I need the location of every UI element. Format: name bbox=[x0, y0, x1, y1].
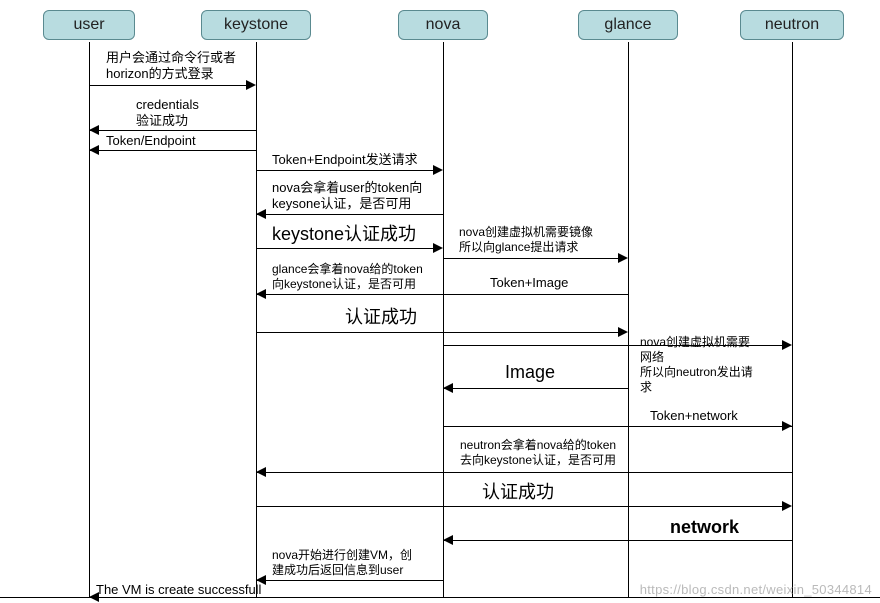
participant-user: user bbox=[43, 10, 135, 40]
arrow-need-net-pre bbox=[443, 345, 782, 346]
arrow-head bbox=[256, 209, 266, 219]
arrow-nova-auth bbox=[256, 214, 443, 215]
msg-token-net-label: Token+network bbox=[650, 408, 738, 424]
msg-keystone-ok-label: keystone认证成功 bbox=[272, 223, 416, 246]
arrow-create-vm bbox=[256, 580, 443, 581]
msg-neutron-auth-label: neutron会拿着nova给的token 去向keystone认证，是否可用 bbox=[460, 438, 616, 468]
arrow-head bbox=[89, 125, 99, 135]
arrow-login bbox=[89, 85, 246, 86]
lifeline-glance bbox=[628, 42, 629, 598]
arrow-network bbox=[443, 540, 792, 541]
arrow-need-image bbox=[443, 258, 618, 259]
msg-vm-success-label: The VM is create successfull bbox=[96, 582, 261, 598]
msg-glance-auth-label: glance会拿着nova给的token 向keystone认证，是否可用 bbox=[272, 262, 423, 292]
msg-need-net-label: nova创建虚拟机需要 网络 所以向neutron发出请 求 bbox=[640, 335, 753, 395]
arrow-head bbox=[246, 80, 256, 90]
participant-label: keystone bbox=[224, 16, 288, 34]
arrow-head bbox=[782, 421, 792, 431]
bottom-border bbox=[0, 597, 880, 598]
arrow-token-endpoint bbox=[89, 150, 256, 151]
participant-label: user bbox=[73, 16, 104, 34]
arrow-credentials bbox=[89, 130, 256, 131]
arrow-head bbox=[433, 165, 443, 175]
msg-network-label: network bbox=[670, 516, 739, 539]
msg-nova-auth-label: nova会拿着user的token向 keysone认证，是否可用 bbox=[272, 180, 422, 213]
arrow-image bbox=[443, 388, 628, 389]
arrow-head bbox=[443, 535, 453, 545]
msg-token-endpoint-label: Token/Endpoint bbox=[106, 133, 196, 149]
arrow-auth-ok1 bbox=[256, 332, 618, 333]
watermark-text: https://blog.csdn.net/weixin_50344814 bbox=[640, 582, 872, 597]
msg-auth-ok1-label: 认证成功 bbox=[345, 306, 417, 329]
arrow-token-net bbox=[443, 426, 792, 427]
arrow-send-req bbox=[256, 170, 433, 171]
arrow-glance-auth bbox=[256, 294, 628, 295]
msg-token-image-label: Token+Image bbox=[490, 275, 568, 291]
msg-auth-ok2-label: 认证成功 bbox=[482, 481, 554, 504]
arrow-head bbox=[618, 253, 628, 263]
lifeline-nova bbox=[443, 42, 444, 598]
arrow-neutron-auth bbox=[256, 472, 792, 473]
arrow-auth-ok2 bbox=[256, 506, 782, 507]
arrow-head bbox=[256, 467, 266, 477]
participant-label: nova bbox=[426, 16, 461, 34]
arrow-keystone-ok bbox=[256, 248, 433, 249]
msg-image-label: Image bbox=[505, 361, 555, 384]
arrow-head bbox=[433, 243, 443, 253]
participant-nova: nova bbox=[398, 10, 488, 40]
arrow-head bbox=[618, 327, 628, 337]
arrow-head bbox=[89, 145, 99, 155]
arrow-head bbox=[256, 289, 266, 299]
participant-glance: glance bbox=[578, 10, 678, 40]
participant-neutron: neutron bbox=[740, 10, 844, 40]
lifeline-keystone bbox=[256, 42, 257, 598]
arrow-head bbox=[782, 501, 792, 511]
arrow-head bbox=[443, 383, 453, 393]
msg-credentials-label: credentials 验证成功 bbox=[136, 97, 199, 130]
lifeline-neutron bbox=[792, 42, 793, 598]
msg-login-label: 用户会通过命令行或者 horizon的方式登录 bbox=[106, 50, 236, 83]
participant-keystone: keystone bbox=[201, 10, 311, 40]
msg-create-vm-label: nova开始进行创建VM，创 建成功后返回信息到user bbox=[272, 548, 412, 578]
participant-label: neutron bbox=[765, 16, 819, 34]
participant-label: glance bbox=[604, 16, 651, 34]
msg-send-req-label: Token+Endpoint发送请求 bbox=[272, 152, 418, 168]
arrow-head bbox=[782, 340, 792, 350]
msg-need-image-label: nova创建虚拟机需要镜像 所以向glance提出请求 bbox=[459, 225, 593, 255]
